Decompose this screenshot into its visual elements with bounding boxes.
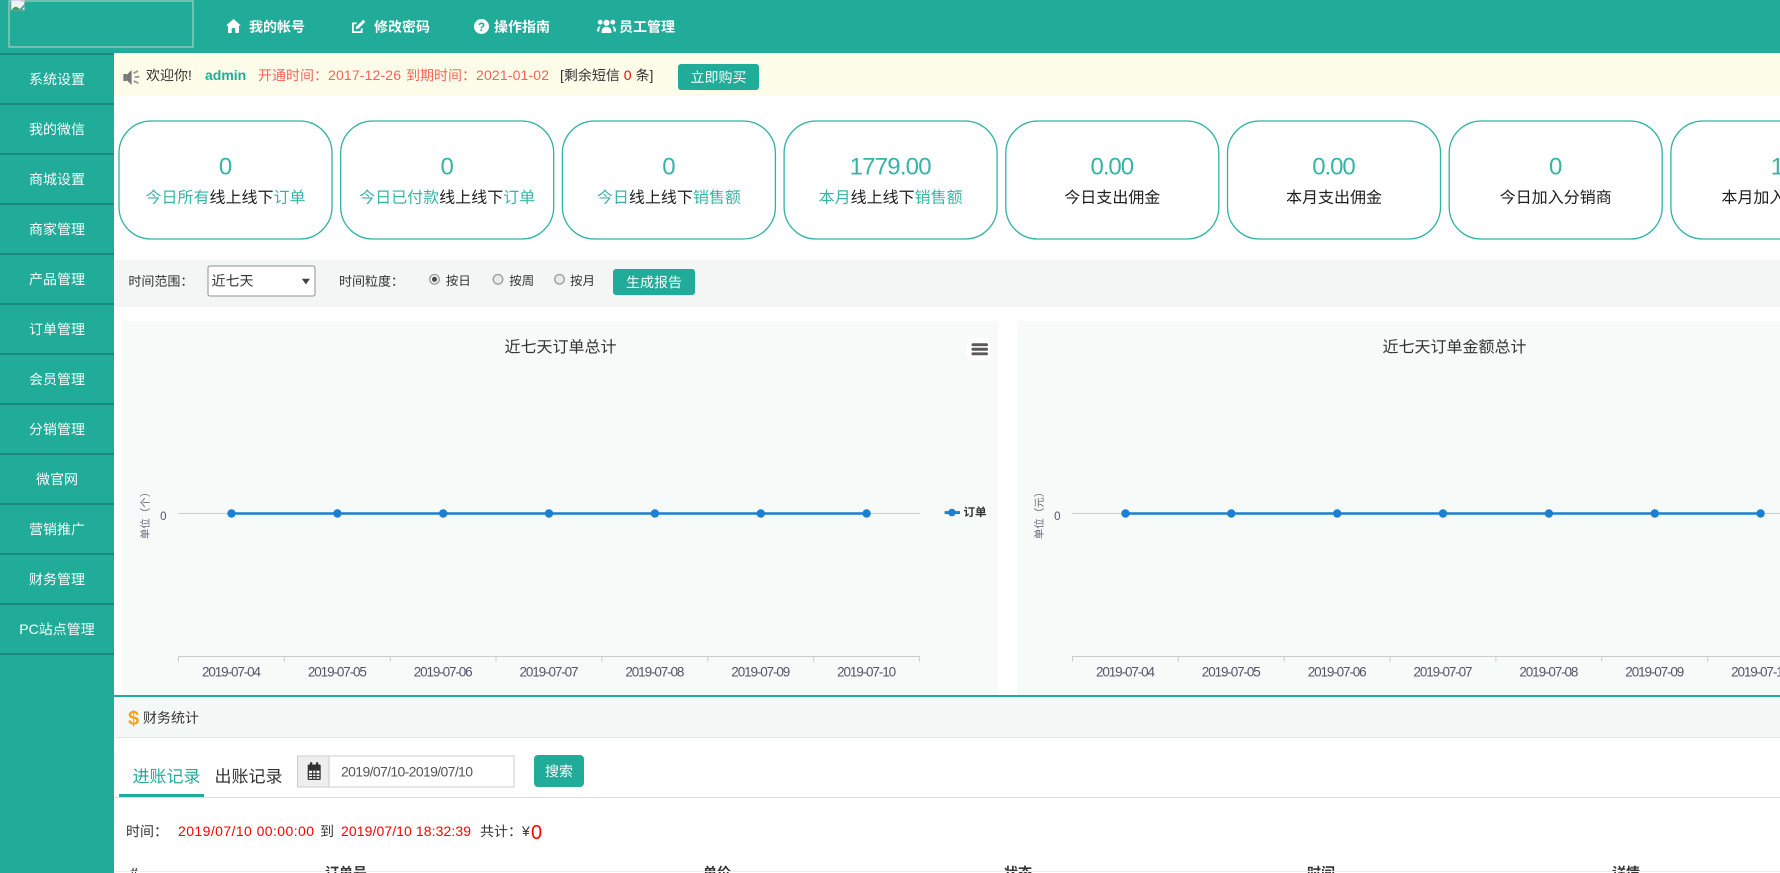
svg-text:?: ? [478, 22, 485, 34]
svg-text:$: $ [128, 708, 139, 730]
svg-text:0: 0 [219, 154, 232, 181]
svg-text:PC: PC [19, 621, 38, 637]
svg-text:2019-07-04: 2019-07-04 [202, 665, 261, 680]
svg-text:[: [ [560, 67, 564, 83]
svg-text:2019-07-06: 2019-07-06 [414, 665, 473, 680]
svg-text:2019-07-08: 2019-07-08 [625, 665, 684, 680]
svg-text:2019/07/10-2019/07/10: 2019/07/10-2019/07/10 [341, 764, 473, 780]
svg-text:0.00: 0.00 [1091, 154, 1135, 181]
svg-text:2019-07-06: 2019-07-06 [1308, 665, 1367, 680]
svg-text:0.00: 0.00 [1312, 154, 1356, 181]
svg-text:2019-07-10: 2019-07-10 [1731, 665, 1780, 680]
svg-text:2019-07-07: 2019-07-07 [1414, 665, 1473, 680]
svg-text:0: 0 [441, 154, 454, 181]
svg-text:2019-07-08: 2019-07-08 [1519, 665, 1578, 680]
svg-text:2017-12-26: 2017-12-26 [328, 67, 401, 83]
svg-text:0: 0 [1054, 511, 1060, 523]
svg-text:2019-07-04: 2019-07-04 [1096, 665, 1155, 680]
svg-text:2019-07-05: 2019-07-05 [1202, 665, 1261, 680]
svg-text:1779.00: 1779.00 [850, 154, 932, 181]
svg-text:2019-07-09: 2019-07-09 [1625, 665, 1684, 680]
svg-text:2019-07-10: 2019-07-10 [837, 665, 896, 680]
svg-text:¥: ¥ [521, 823, 530, 839]
svg-text:2019/07/10 00:00:00: 2019/07/10 00:00:00 [178, 823, 314, 839]
svg-text:0: 0 [662, 154, 675, 181]
svg-text:2021-01-02: 2021-01-02 [476, 67, 549, 83]
svg-text:]: ] [650, 67, 654, 83]
svg-text:2019-07-09: 2019-07-09 [731, 665, 790, 680]
svg-text:2019-07-05: 2019-07-05 [308, 665, 367, 680]
svg-text:0: 0 [531, 822, 542, 844]
svg-text:admin: admin [205, 67, 246, 83]
svg-text:2019/07/10 18:32:39: 2019/07/10 18:32:39 [341, 823, 471, 839]
svg-text:!: ! [188, 67, 192, 83]
svg-text:1: 1 [1771, 154, 1780, 181]
svg-text:0: 0 [1549, 154, 1562, 181]
svg-text:0: 0 [624, 67, 632, 83]
svg-text:0: 0 [160, 511, 166, 523]
svg-text:2019-07-07: 2019-07-07 [520, 665, 579, 680]
